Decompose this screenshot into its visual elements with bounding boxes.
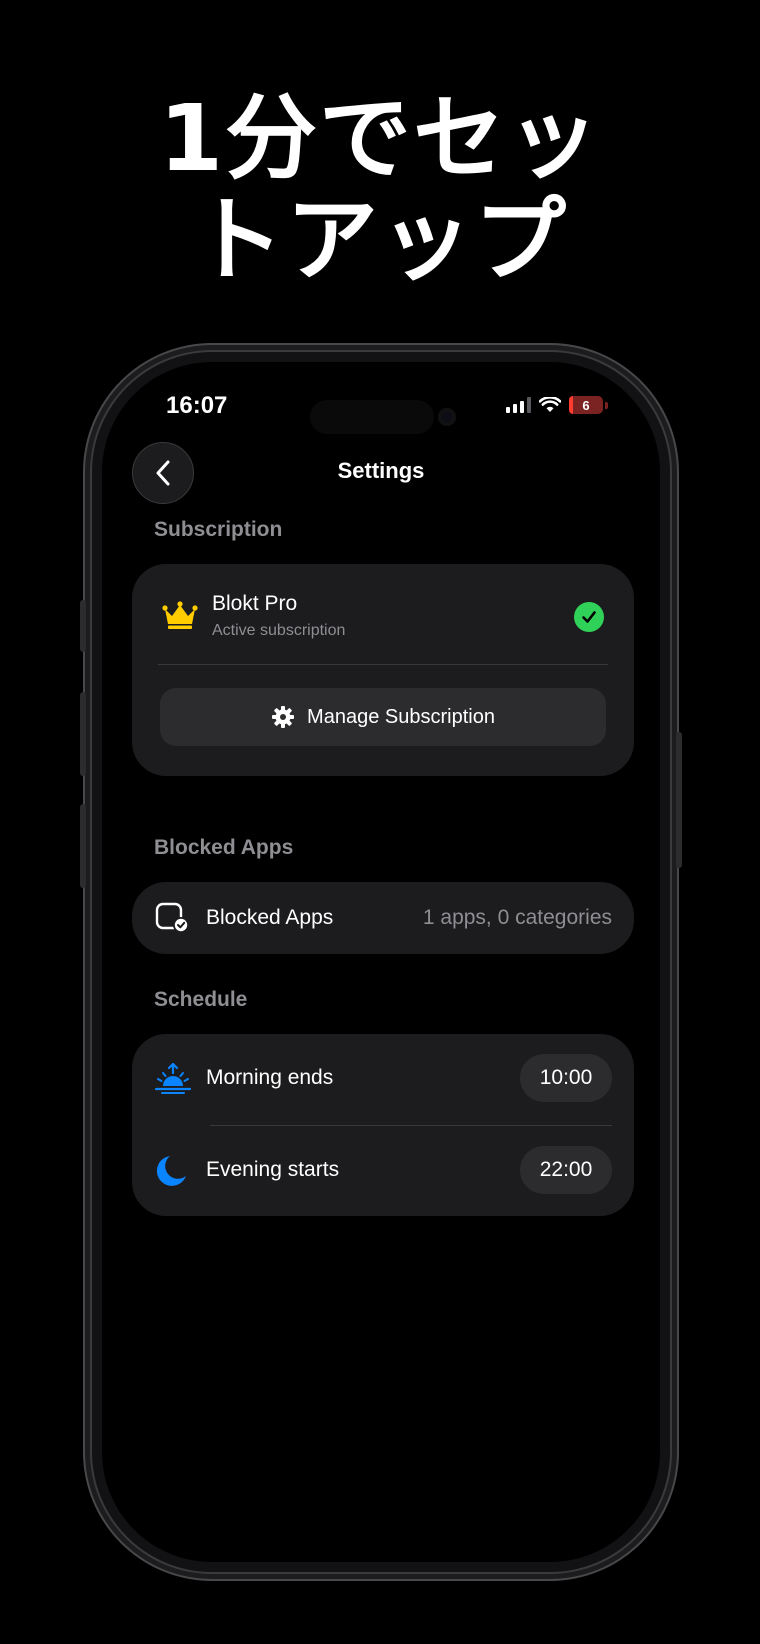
app-shield-icon [155, 902, 189, 933]
evening-starts-label: Evening starts [206, 1158, 340, 1181]
front-camera [438, 408, 456, 426]
manage-subscription-button[interactable]: Manage Subscription [160, 688, 606, 746]
moon-icon [156, 1156, 186, 1186]
volume-down-button [80, 804, 86, 888]
blocked-apps-label: Blocked Apps [206, 906, 334, 929]
blocked-apps-section-label: Blocked Apps [154, 836, 294, 859]
schedule-row-morning[interactable]: Morning ends 10:00 [132, 1034, 634, 1124]
dynamic-island [310, 400, 434, 434]
plan-name: Blokt Pro [212, 592, 298, 615]
morning-ends-label: Morning ends [206, 1066, 334, 1089]
cellular-signal-icon [506, 397, 531, 413]
gear-icon [272, 706, 295, 728]
morning-time-pill[interactable]: 10:00 [520, 1054, 612, 1102]
status-time: 16:07 [166, 392, 228, 419]
blocked-apps-row[interactable]: Blocked Apps 1 apps, 0 categories [132, 882, 634, 954]
headline-line-2: トアップ [191, 187, 568, 294]
subscription-card: Blokt Pro Active subscription Manage Sub… [132, 564, 634, 776]
page-title: Settings [337, 458, 425, 483]
checkmark-icon [574, 602, 604, 632]
wifi-icon [539, 397, 561, 412]
phone-frame: 16:07 6 Settings Subscription Blokt Pro … [80, 352, 682, 1572]
subscription-row: Blokt Pro Active subscription [132, 564, 634, 664]
battery-icon: 6 [569, 396, 603, 414]
divider [158, 664, 608, 665]
subscription-section-label: Subscription [154, 518, 283, 541]
phone-screen: 16:07 6 Settings Subscription Blokt Pro … [102, 362, 660, 1562]
schedule-row-evening[interactable]: Evening starts 22:00 [132, 1126, 634, 1216]
crown-icon [162, 601, 198, 629]
volume-up-button [80, 692, 86, 776]
manage-subscription-label: Manage Subscription [307, 705, 495, 728]
battery-tip [605, 401, 608, 409]
action-button [80, 600, 86, 652]
status-indicators: 6 [506, 396, 608, 414]
blocked-apps-summary: 1 apps, 0 categories [422, 906, 612, 929]
subscription-status: Active subscription [212, 622, 346, 639]
battery-level: 6 [582, 397, 590, 413]
headline-line-1: 1分でセッ [158, 85, 601, 192]
power-button [676, 732, 682, 868]
sunrise-icon [154, 1062, 192, 1094]
evening-time-pill[interactable]: 22:00 [520, 1146, 612, 1194]
marketing-headline: 1分でセッ トアップ [0, 88, 760, 292]
schedule-section-label: Schedule [154, 988, 248, 1011]
schedule-card: Morning ends 10:00 Evening starts 22:00 [132, 1034, 634, 1216]
